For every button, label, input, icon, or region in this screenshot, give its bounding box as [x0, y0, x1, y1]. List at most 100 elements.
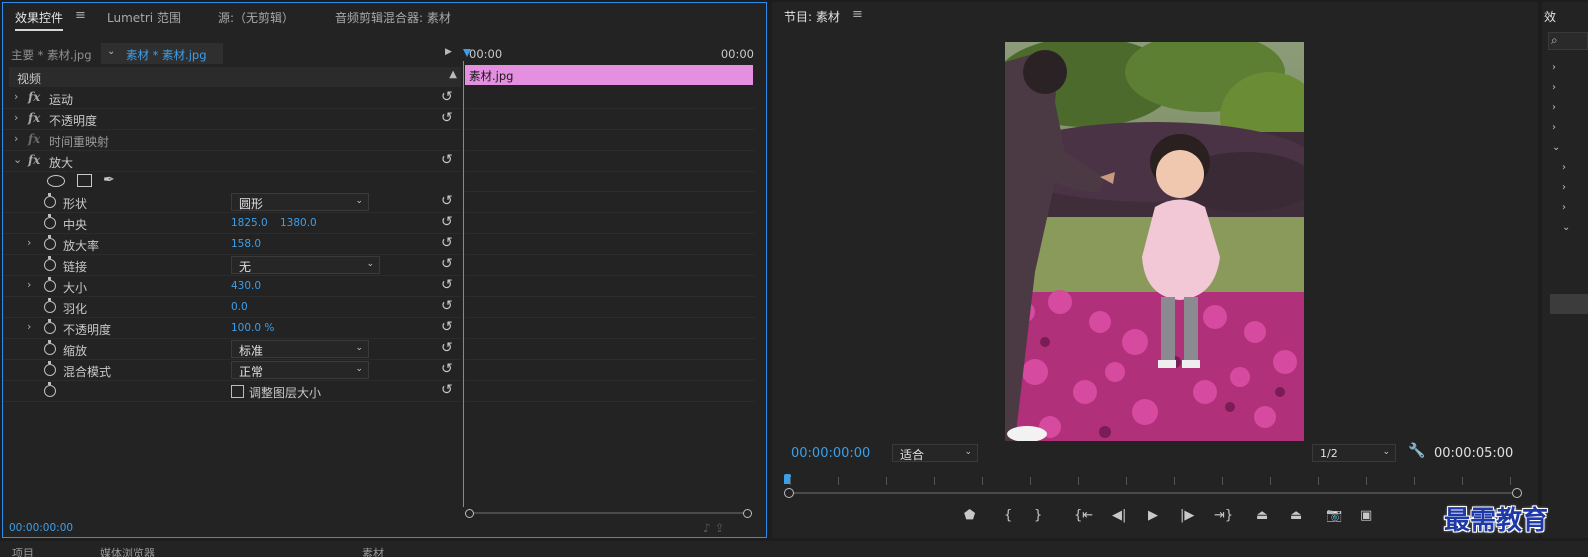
reset-icon[interactable]: ↺: [441, 277, 453, 293]
tab-effect-controls[interactable]: 效果控件: [15, 9, 64, 31]
reset-icon[interactable]: ↺: [441, 89, 453, 105]
collapse-up-icon[interactable]: ▲: [449, 69, 457, 80]
link-dropdown[interactable]: 无 ⌄: [231, 256, 380, 274]
sequence-clip-label[interactable]: 素材 * 素材.jpg: [126, 47, 207, 63]
effect-row-time-remap[interactable]: › fx 时间重映射: [3, 130, 461, 151]
zoom-handle-right[interactable]: [1512, 488, 1522, 498]
chevron-right-icon[interactable]: ›: [27, 278, 31, 291]
reset-icon[interactable]: ↺: [441, 340, 453, 356]
chevron-right-icon[interactable]: ›: [14, 90, 18, 103]
stopwatch-icon[interactable]: [44, 319, 56, 334]
go-to-out-icon[interactable]: ⇥}: [1214, 508, 1233, 523]
chevron-right-icon[interactable]: ›: [27, 236, 31, 249]
extract-icon[interactable]: ⏏: [1290, 508, 1302, 523]
rectangle-mask-icon[interactable]: [77, 174, 92, 187]
stopwatch-icon[interactable]: [44, 235, 56, 250]
play-triangle-icon[interactable]: ▶: [445, 47, 452, 57]
program-current-time[interactable]: 00:00:00:00: [791, 446, 870, 461]
reset-icon[interactable]: ↺: [441, 382, 453, 398]
tab-media-browser[interactable]: 媒体浏览器: [100, 545, 155, 557]
wrench-settings-icon[interactable]: 🔧: [1408, 443, 1425, 459]
pen-mask-icon[interactable]: ✒: [103, 172, 115, 188]
program-time-ruler[interactable]: [784, 468, 1524, 498]
go-to-in-icon[interactable]: {⇤: [1074, 508, 1093, 523]
chevron-right-icon[interactable]: ›: [1562, 202, 1566, 213]
step-forward-icon[interactable]: |▶: [1180, 508, 1194, 523]
stopwatch-icon[interactable]: [44, 193, 56, 208]
audio-export-icons[interactable]: ♪ ⇪: [703, 521, 725, 535]
stopwatch-icon[interactable]: [44, 382, 56, 397]
stopwatch-icon[interactable]: [44, 340, 56, 355]
center-x-value[interactable]: 1825.0: [231, 217, 268, 229]
reset-icon[interactable]: ↺: [441, 152, 453, 168]
add-marker-icon[interactable]: ⬟: [964, 508, 975, 523]
stopwatch-icon[interactable]: [44, 214, 56, 229]
panel-menu-icon[interactable]: ≡: [852, 7, 863, 22]
reset-icon[interactable]: ↺: [441, 235, 453, 251]
effects-panel-title[interactable]: 效: [1544, 8, 1556, 25]
ellipse-mask-icon[interactable]: [47, 175, 65, 187]
timeline-zoom-scrollbar[interactable]: [465, 509, 753, 518]
effect-row-opacity[interactable]: › fx 不透明度 ↺: [3, 109, 461, 130]
chevron-right-icon[interactable]: ›: [27, 320, 31, 333]
chevron-right-icon[interactable]: ›: [1562, 182, 1566, 193]
zoom-fit-dropdown[interactable]: 适合 ⌄: [892, 444, 978, 462]
feather-value[interactable]: 0.0: [231, 301, 248, 313]
scaling-dropdown[interactable]: 标准 ⌄: [231, 340, 369, 358]
playhead[interactable]: [463, 49, 471, 57]
chevron-right-icon[interactable]: ›: [1552, 102, 1556, 113]
zoom-handle-right[interactable]: [743, 509, 752, 518]
resize-layer-checkbox[interactable]: [231, 385, 244, 398]
reset-icon[interactable]: ↺: [441, 110, 453, 126]
reset-icon[interactable]: ↺: [441, 361, 453, 377]
program-monitor-title[interactable]: 节目: 素材: [784, 8, 840, 25]
center-y-value[interactable]: 1380.0: [280, 217, 317, 229]
chevron-down-icon[interactable]: ⌄: [13, 153, 22, 166]
effect-row-motion[interactable]: › fx 运动 ↺: [3, 88, 461, 109]
play-icon[interactable]: ▶: [1148, 508, 1158, 523]
chevron-down-icon[interactable]: ⌄: [107, 46, 115, 57]
video-section-header[interactable]: 视频 ▲: [9, 67, 461, 87]
stopwatch-icon[interactable]: [44, 256, 56, 271]
compare-view-icon[interactable]: ▣: [1360, 508, 1372, 523]
blend-mode-dropdown[interactable]: 正常 ⌄: [231, 361, 369, 379]
playback-resolution-dropdown[interactable]: 1/2 ⌄: [1312, 444, 1396, 462]
tab-lumetri-scopes[interactable]: Lumetri 范围: [107, 9, 181, 26]
chevron-right-icon[interactable]: ›: [1552, 122, 1556, 133]
lift-icon[interactable]: ⏏: [1256, 508, 1268, 523]
tab-project[interactable]: 项目: [12, 545, 34, 557]
zoom-handle-left[interactable]: [465, 509, 474, 518]
reset-icon[interactable]: ↺: [441, 256, 453, 272]
tab-sequence[interactable]: 素材: [362, 545, 384, 557]
effect-row-magnify[interactable]: ⌄ fx 放大 ↺: [3, 151, 461, 172]
chevron-right-icon[interactable]: ›: [1552, 62, 1556, 73]
effect-item-highlight[interactable]: [1550, 294, 1588, 314]
timeline-ruler[interactable]: 00:00 00:00: [463, 43, 756, 63]
step-back-icon[interactable]: ◀|: [1112, 508, 1126, 523]
reset-icon[interactable]: ↺: [441, 298, 453, 314]
chevron-down-icon[interactable]: ⌄: [1562, 222, 1570, 233]
reset-icon[interactable]: ↺: [441, 214, 453, 230]
stopwatch-icon[interactable]: [44, 277, 56, 292]
master-clip-label[interactable]: 主要 * 素材.jpg: [11, 47, 92, 63]
effect-controls-current-time[interactable]: 00:00:00:00: [9, 522, 73, 534]
chevron-right-icon[interactable]: ›: [1552, 82, 1556, 93]
timeline-clip[interactable]: 素材.jpg: [465, 65, 753, 85]
reset-icon[interactable]: ↺: [441, 193, 453, 209]
tab-audio-clip-mixer[interactable]: 音频剪辑混合器: 素材: [335, 9, 451, 26]
zoom-handle-left[interactable]: [784, 488, 794, 498]
chevron-down-icon[interactable]: ⌄: [1552, 142, 1560, 153]
chevron-right-icon[interactable]: ›: [14, 132, 18, 145]
tab-source[interactable]: 源:（无剪辑）: [218, 9, 294, 26]
fx-icon[interactable]: fx: [28, 90, 40, 104]
panel-menu-icon[interactable]: ≡: [75, 8, 86, 23]
mark-out-icon[interactable]: }: [1034, 508, 1042, 523]
stopwatch-icon[interactable]: [44, 298, 56, 313]
shape-dropdown[interactable]: 圆形 ⌄: [231, 193, 369, 211]
stopwatch-icon[interactable]: [44, 361, 56, 376]
export-frame-camera-icon[interactable]: 📷: [1326, 508, 1342, 523]
magnification-value[interactable]: 158.0: [231, 238, 261, 250]
zoom-scrollbar[interactable]: [790, 492, 1516, 494]
mark-in-icon[interactable]: {: [1004, 508, 1012, 523]
reset-icon[interactable]: ↺: [441, 319, 453, 335]
